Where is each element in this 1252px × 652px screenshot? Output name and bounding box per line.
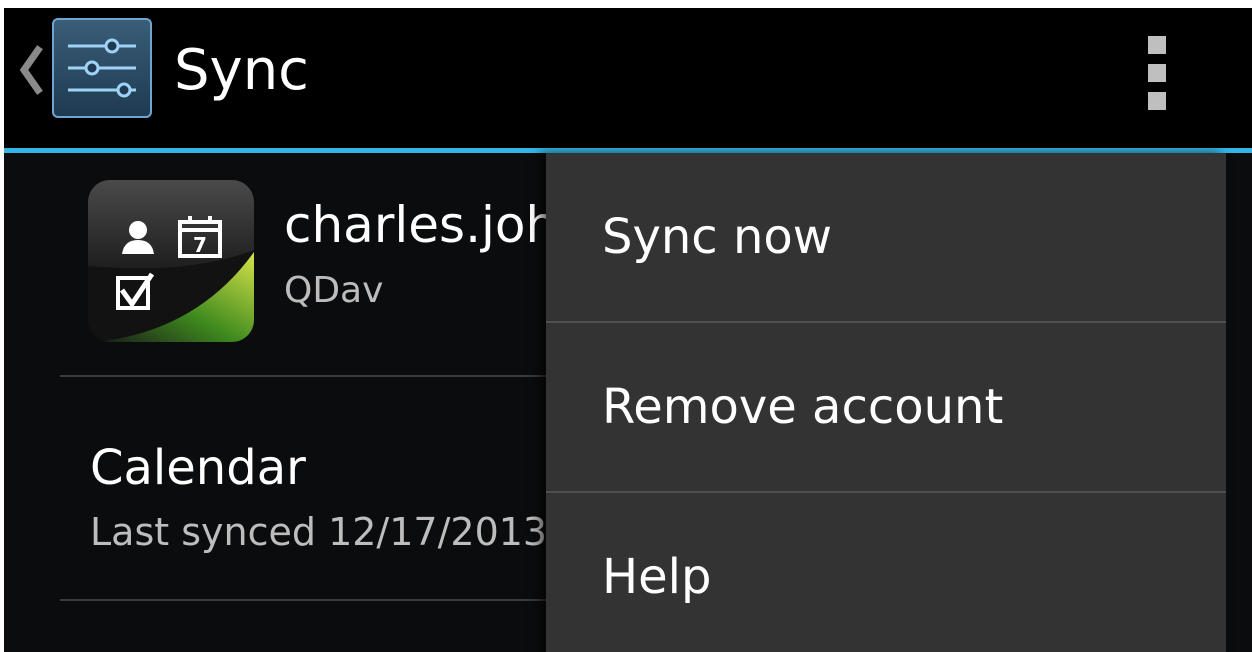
contacts-calendar-tasks-icon: 7	[88, 180, 254, 342]
calendar-day-label: 7	[193, 233, 207, 257]
account-name: charles.joh	[284, 196, 558, 254]
page-title: Sync	[174, 38, 309, 103]
up-caret-icon[interactable]	[16, 44, 46, 96]
menu-item-help[interactable]: Help	[546, 493, 1226, 652]
settings-sliders-icon[interactable]	[52, 18, 152, 118]
sync-item-title: Calendar	[90, 440, 306, 496]
sync-item-subtitle: Last synced 12/17/2013	[90, 510, 548, 554]
action-bar: Sync	[4, 8, 1252, 148]
menu-item-remove-account[interactable]: Remove account	[546, 323, 1226, 491]
screen: Sync 7 charles.joh QDav Calendar Last sy…	[4, 8, 1252, 652]
overflow-menu: Sync now Remove account Help	[546, 153, 1226, 652]
account-type: QDav	[284, 270, 384, 311]
menu-item-sync-now[interactable]: Sync now	[546, 153, 1226, 321]
overflow-menu-icon[interactable]	[1132, 28, 1192, 124]
